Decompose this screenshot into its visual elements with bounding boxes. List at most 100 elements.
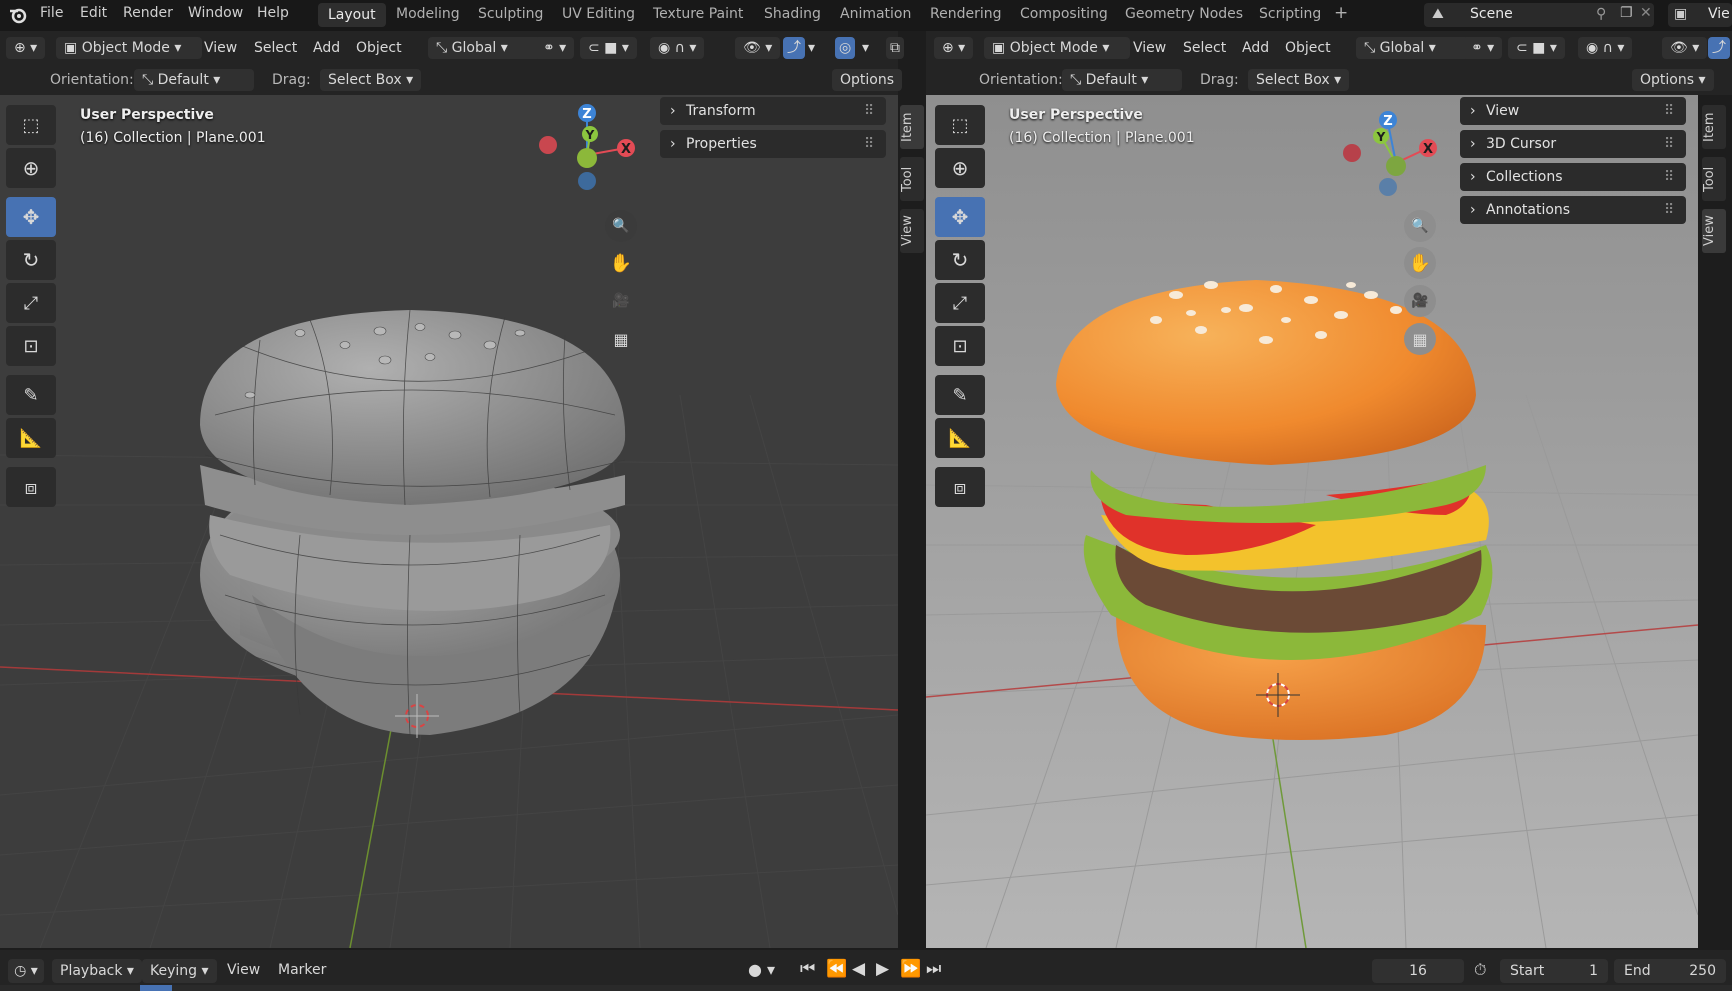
end-frame-field[interactable]: End 250 — [1614, 959, 1726, 983]
pivot-point-dropdown[interactable]: ⚭ ▾ — [535, 37, 575, 59]
menu-file[interactable]: File — [40, 5, 63, 21]
pivot-point-dropdown[interactable]: ⚭ ▾ — [1463, 37, 1503, 59]
camera-view-button[interactable]: 🎥 — [1404, 285, 1436, 317]
cursor-tool[interactable]: ⊕ — [6, 148, 56, 188]
panel-transform[interactable]: › Transform ⠿ — [660, 97, 886, 125]
ortho-toggle-button[interactable]: ▦ — [605, 323, 637, 355]
mode-dropdown[interactable]: ▣ Object Mode ▾ — [984, 37, 1130, 59]
header-menu-object[interactable]: Object — [1285, 37, 1331, 59]
add-workspace-button[interactable]: + — [1334, 3, 1348, 23]
header-menu-add[interactable]: Add — [1242, 37, 1269, 59]
tab-texture-paint[interactable]: Texture Paint — [653, 6, 743, 22]
navigation-gizmo[interactable]: Z Y X — [530, 100, 650, 200]
overlay-dropdown[interactable]: ▾ — [862, 37, 869, 59]
rotate-tool[interactable]: ↻ — [935, 240, 985, 280]
drag-dropdown[interactable]: Select Box ▾ — [1248, 69, 1350, 91]
pan-button[interactable]: ✋ — [605, 247, 637, 279]
panel-3d-cursor[interactable]: › 3D Cursor ⠿ — [1460, 130, 1686, 158]
play-reverse-button[interactable]: ◀ — [852, 959, 865, 979]
header-menu-add[interactable]: Add — [313, 37, 340, 59]
measure-tool[interactable]: 📐 — [6, 418, 56, 458]
measure-tool[interactable]: 📐 — [935, 418, 985, 458]
blender-logo-icon[interactable] — [8, 5, 28, 25]
burger-wireframe-model[interactable] — [200, 309, 626, 736]
proportional-edit-dropdown[interactable]: ◉ ∩ ▾ — [1578, 37, 1633, 59]
tab-uv-editing[interactable]: UV Editing — [562, 6, 635, 22]
drag-handle-icon[interactable]: ⠿ — [1664, 163, 1674, 191]
transform-orientation-dropdown[interactable]: ⤡ Global ▾ — [428, 37, 544, 59]
cursor-tool[interactable]: ⊕ — [935, 148, 985, 188]
menu-edit[interactable]: Edit — [80, 5, 107, 21]
scene-selector[interactable]: ⛰ Scene ⚲ ❐ ✕ — [1424, 3, 1654, 27]
tab-animation[interactable]: Animation — [840, 6, 911, 22]
snap-dropdown[interactable]: ⊂ ■ ▾ — [580, 37, 637, 59]
panel-properties[interactable]: › Properties ⠿ — [660, 130, 886, 158]
menu-window[interactable]: Window — [188, 5, 243, 21]
mode-dropdown[interactable]: ▣ Object Mode ▾ — [56, 37, 202, 59]
sidebar-tab-view[interactable]: View — [1702, 209, 1726, 253]
xray-toggle[interactable]: ⧉ — [886, 37, 904, 59]
select-box-tool[interactable]: ⬚ — [6, 105, 56, 145]
tab-rendering[interactable]: Rendering — [930, 6, 1002, 22]
scale-tool[interactable]: ⤢ — [935, 283, 985, 323]
add-cube-tool[interactable]: ⧈ — [6, 467, 56, 507]
jump-end-button[interactable]: ⏭ — [926, 959, 941, 979]
pan-button[interactable]: ✋ — [1404, 247, 1436, 279]
editor-type-button[interactable]: ⊕ ▾ — [6, 37, 46, 59]
gizmo-toggle[interactable]: ⤴ — [1708, 37, 1730, 59]
rotate-tool[interactable]: ↻ — [6, 240, 56, 280]
timeline-playhead-marker[interactable] — [140, 985, 172, 991]
header-menu-object[interactable]: Object — [356, 37, 402, 59]
drag-handle-icon[interactable]: ⠿ — [864, 97, 874, 125]
timeline-menu-marker[interactable]: Marker — [278, 962, 326, 978]
left-scene-canvas[interactable] — [0, 95, 898, 948]
zoom-button[interactable]: 🔍 — [1404, 210, 1436, 242]
tab-sculpting[interactable]: Sculpting — [478, 6, 543, 22]
gizmo-toggle[interactable]: ⤴ — [783, 37, 805, 59]
transform-tool[interactable]: ⊡ — [6, 326, 56, 366]
orientation-dropdown[interactable]: ⤡ Default ▾ — [1062, 69, 1182, 91]
pin-icon[interactable]: ⚲ — [1596, 6, 1606, 22]
camera-view-button[interactable]: 🎥 — [605, 285, 637, 317]
drag-handle-icon[interactable]: ⠿ — [864, 130, 874, 158]
keying-menu[interactable]: Keying ▾ — [142, 959, 217, 983]
timeline-menu-view[interactable]: View — [227, 962, 260, 978]
tab-shading[interactable]: Shading — [764, 6, 821, 22]
editor-type-button[interactable]: ⊕ ▾ — [934, 37, 974, 59]
view-layer-selector[interactable]: ▣ Vie — [1668, 3, 1732, 27]
options-dropdown[interactable]: Options ▾ — [1632, 69, 1714, 91]
visibility-dropdown[interactable]: 👁 ▾ — [1662, 37, 1708, 59]
menu-render[interactable]: Render — [123, 5, 173, 21]
left-viewport[interactable]: ⬚ ⊕ ✥ ↻ ⤢ ⊡ ✎ 📐 ⧈ User Perspective (16) … — [0, 95, 898, 948]
sidebar-tab-tool[interactable]: Tool — [900, 157, 924, 201]
drag-handle-icon[interactable]: ⠿ — [1664, 130, 1674, 158]
close-icon[interactable]: ✕ — [1640, 5, 1652, 21]
snap-dropdown[interactable]: ⊂ ■ ▾ — [1508, 37, 1565, 59]
new-scene-icon[interactable]: ❐ — [1620, 5, 1633, 21]
overlay-toggle[interactable]: ◎ — [835, 37, 856, 59]
add-cube-tool[interactable]: ⧈ — [935, 467, 985, 507]
move-tool[interactable]: ✥ — [6, 197, 56, 237]
next-keyframe-button[interactable]: ⏩ — [900, 959, 921, 979]
header-menu-select[interactable]: Select — [254, 37, 297, 59]
move-tool[interactable]: ✥ — [935, 197, 985, 237]
playback-menu[interactable]: Playback ▾ — [52, 959, 142, 983]
current-frame-field[interactable]: 16 — [1372, 959, 1464, 983]
transform-orientation-dropdown[interactable]: ⤡ Global ▾ — [1356, 37, 1472, 59]
scale-tool[interactable]: ⤢ — [6, 283, 56, 323]
timeline-editor-type[interactable]: ◷ ▾ — [8, 959, 44, 983]
annotate-tool[interactable]: ✎ — [6, 375, 56, 415]
panel-collections[interactable]: › Collections ⠿ — [1460, 163, 1686, 191]
start-frame-field[interactable]: Start 1 — [1500, 959, 1608, 983]
sidebar-tab-item[interactable]: Item — [1702, 105, 1726, 149]
panel-annotations[interactable]: › Annotations ⠿ — [1460, 196, 1686, 224]
tab-scripting[interactable]: Scripting — [1259, 6, 1321, 22]
play-button[interactable]: ▶ — [876, 959, 889, 979]
sidebar-tab-view[interactable]: View — [900, 209, 924, 253]
transform-tool[interactable]: ⊡ — [935, 326, 985, 366]
header-menu-view[interactable]: View — [1133, 37, 1166, 59]
proportional-edit-dropdown[interactable]: ◉ ∩ ▾ — [650, 37, 705, 59]
options-dropdown[interactable]: Options ▾ — [832, 69, 903, 110]
menu-help[interactable]: Help — [257, 5, 289, 21]
jump-start-button[interactable]: ⏮ — [800, 959, 815, 979]
